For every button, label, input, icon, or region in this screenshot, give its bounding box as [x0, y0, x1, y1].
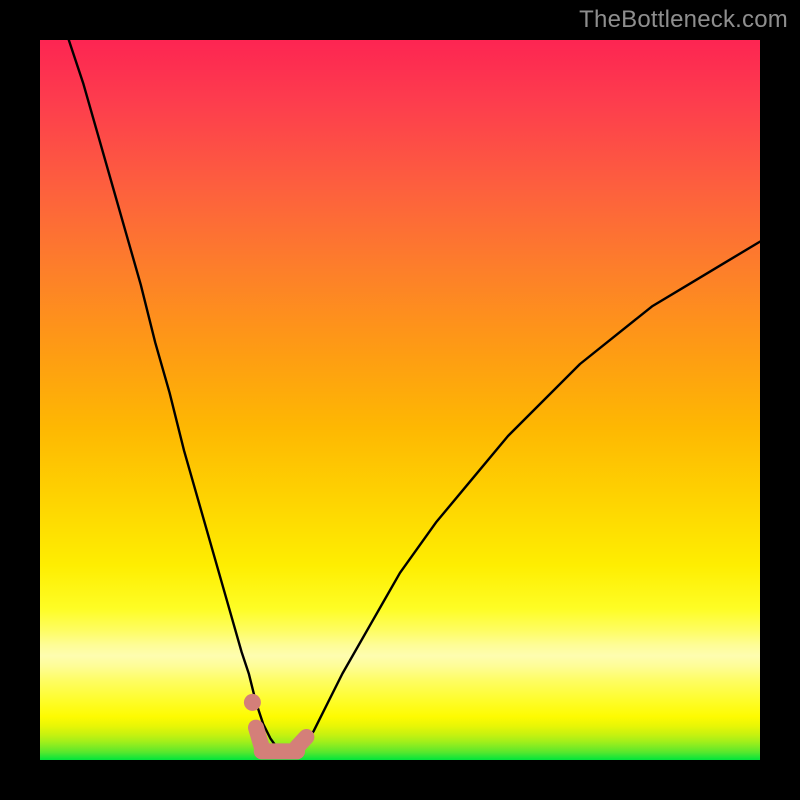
highlight-segment	[297, 737, 306, 747]
attribution-label: TheBottleneck.com	[579, 6, 788, 34]
bottleneck-curve	[69, 40, 760, 751]
highlight-dot	[244, 694, 261, 711]
chart-frame: TheBottleneck.com	[0, 0, 800, 800]
highlight-markers	[244, 694, 307, 751]
plot-overlay	[40, 40, 760, 760]
